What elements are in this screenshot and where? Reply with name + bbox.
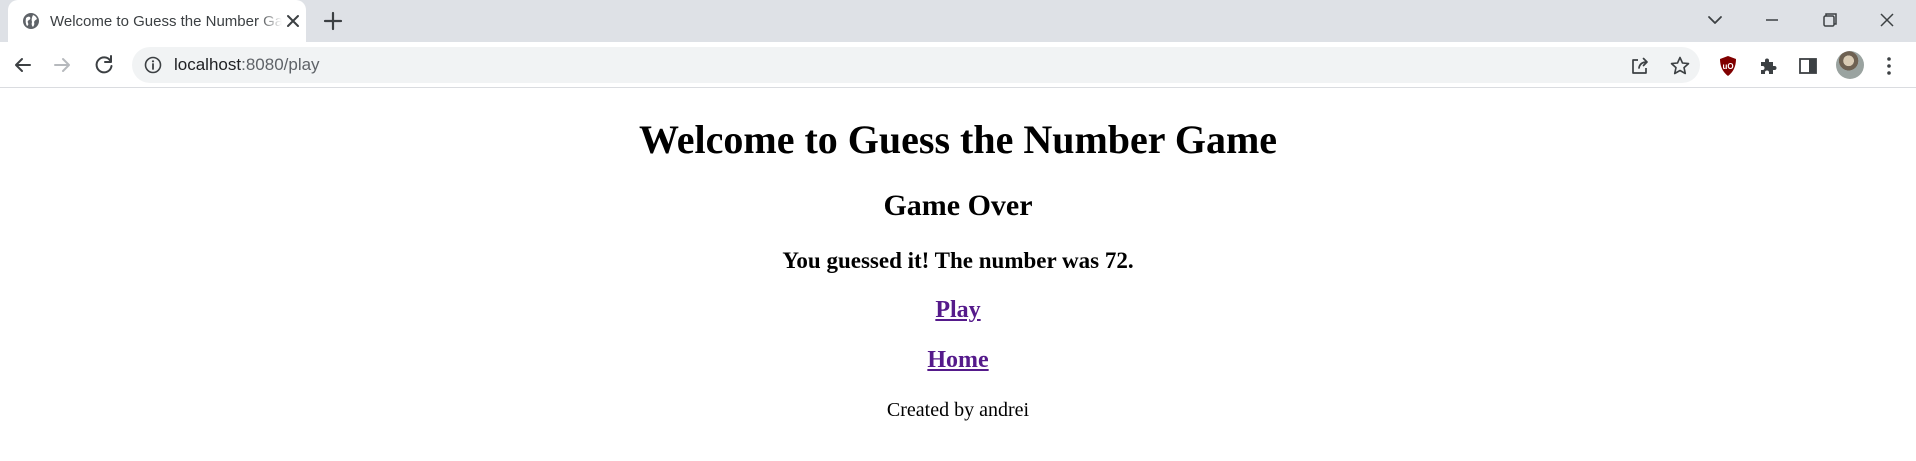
play-link-container: Play	[0, 295, 1916, 325]
home-link-container: Home	[0, 345, 1916, 375]
url-text[interactable]: localhost:8080/play	[174, 55, 320, 75]
tab-title: Welcome to Guess the Number Game	[50, 13, 282, 30]
page-title: Welcome to Guess the Number Game	[638, 117, 1278, 162]
tab-strip: Welcome to Guess the Number Game	[0, 0, 1916, 42]
side-panel-icon[interactable]	[1796, 54, 1820, 78]
minimize-icon[interactable]	[1758, 8, 1786, 32]
kebab-menu-icon[interactable]	[1877, 54, 1901, 78]
avatar[interactable]	[1836, 51, 1864, 79]
play-link[interactable]: Play	[935, 297, 980, 323]
svg-text:uO: uO	[1722, 62, 1733, 71]
close-icon[interactable]	[283, 11, 303, 31]
chevron-down-icon[interactable]	[1701, 8, 1729, 32]
browser-toolbar: localhost:8080/play uO	[0, 42, 1916, 88]
plus-icon[interactable]	[322, 10, 344, 32]
address-bar[interactable]: localhost:8080/play	[132, 47, 1700, 83]
footer-credit: Created by andrei	[886, 399, 1030, 421]
close-window-icon[interactable]	[1873, 8, 1901, 32]
url-path: :8080/play	[241, 55, 320, 74]
reload-icon[interactable]	[91, 52, 117, 78]
restore-icon[interactable]	[1815, 8, 1843, 32]
game-status: Game Over	[883, 189, 1033, 222]
arrow-left-icon[interactable]	[10, 52, 36, 78]
info-icon[interactable]	[144, 56, 162, 74]
home-link[interactable]: Home	[927, 347, 988, 373]
page-content: Welcome to Guess the Number Game Game Ov…	[0, 89, 1916, 461]
result-message: You guessed it! The number was 72.	[782, 248, 1134, 273]
ublock-icon[interactable]: uO	[1716, 54, 1740, 78]
puzzle-icon[interactable]	[1756, 54, 1780, 78]
star-icon[interactable]	[1669, 55, 1691, 77]
url-host: localhost	[174, 55, 242, 74]
browser-tab[interactable]: Welcome to Guess the Number Game	[8, 0, 306, 42]
share-icon[interactable]	[1629, 55, 1651, 77]
globe-icon	[23, 13, 39, 29]
arrow-right-icon[interactable]	[49, 52, 75, 78]
